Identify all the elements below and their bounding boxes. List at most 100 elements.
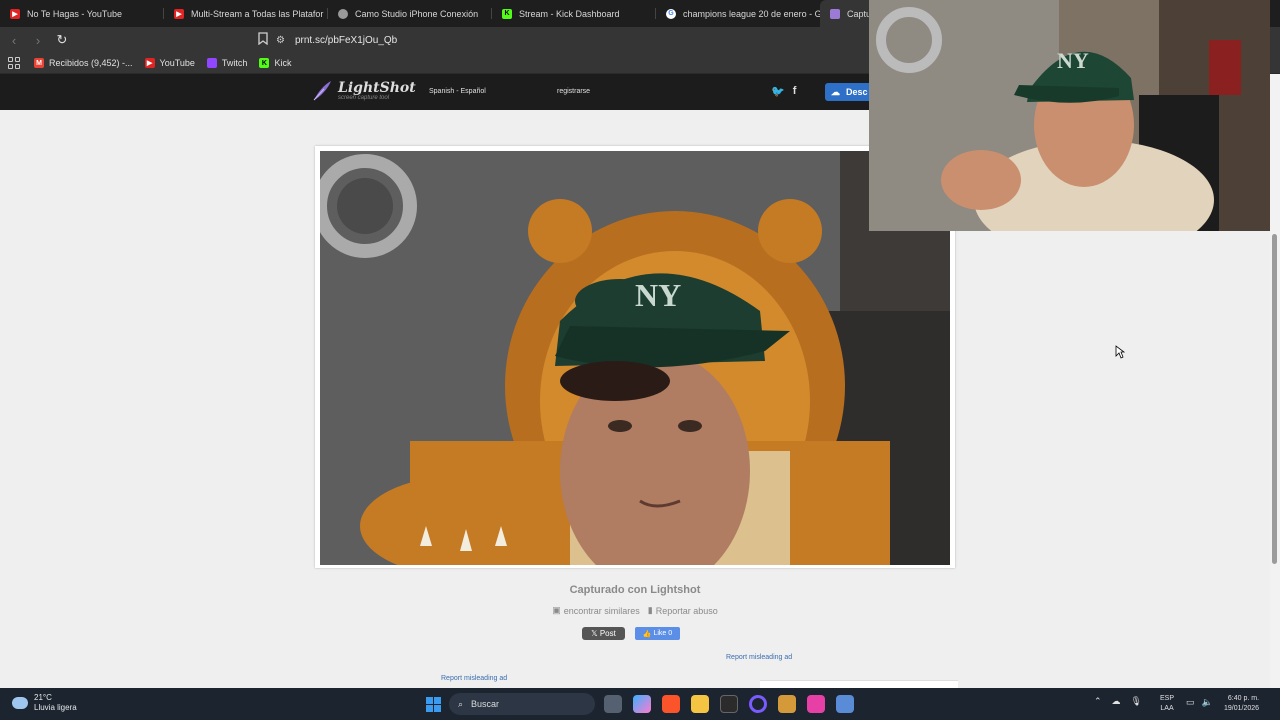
input-language[interactable]: ESP LAA [1160, 694, 1174, 714]
clock-time: 6:40 p. m. [1227, 695, 1260, 702]
tab-title: champions league 20 de enero - Goo [683, 8, 820, 19]
audio-app-icon[interactable] [720, 695, 738, 713]
taskbar-search[interactable]: ⌕ Buscar [449, 693, 595, 715]
facebook-icon[interactable]: f [793, 85, 797, 98]
social-links: 🐦 f [771, 85, 796, 98]
brave-icon[interactable] [662, 695, 680, 713]
tab-multi-stream[interactable]: ▶ Multi-Stream a Todas las Platafor [164, 0, 328, 27]
bookmark-label: Twitch [221, 58, 248, 68]
bookmark-youtube[interactable]: ▶ YouTube [144, 58, 195, 68]
bookmark-twitch[interactable]: Twitch [206, 58, 248, 68]
flag-icon: ▮ [647, 605, 653, 615]
tab-title: No Te Hagas - YouTube [27, 8, 123, 19]
copilot-icon[interactable] [633, 695, 651, 713]
weather-condition: Lluvia ligera [34, 703, 77, 712]
reload-button[interactable]: ↻ [52, 30, 72, 50]
x-post-button[interactable]: 𝕏 Post [582, 627, 625, 640]
onedrive-icon[interactable]: ☁ [1112, 696, 1121, 707]
back-button[interactable]: ‹ [4, 30, 24, 50]
ad-banner[interactable] [760, 680, 958, 688]
lightshot-icon [830, 8, 840, 19]
youtube-icon: ▶ [174, 8, 184, 19]
share-buttons: 𝕏 Post 👍 Like 0 [582, 627, 680, 640]
image-actions: ▣ encontrar similares ▮ Reportar abuso [0, 605, 1270, 616]
url-field[interactable]: ⚙ prnt.sc/pbFeX1jOu_Qb [276, 31, 876, 49]
register-link[interactable]: registrarse [557, 88, 590, 95]
lightshot-logo[interactable]: LightShot screen capture tool [312, 80, 416, 102]
svg-text:NY: NY [1057, 48, 1089, 73]
captured-with-label: Capturado con Lightshot [569, 584, 701, 596]
language-select[interactable]: Spanish - Español [429, 88, 486, 95]
apps-grid-icon[interactable] [8, 57, 20, 69]
report-abuse-link[interactable]: ▮ Reportar abuso [648, 605, 718, 616]
tab-title: Camo Studio iPhone Conexión [355, 8, 479, 19]
network-icon: ▭ [1186, 697, 1195, 707]
search-icon: ⌕ [458, 698, 464, 709]
feather-icon [313, 81, 331, 101]
tab-champions-league[interactable]: G champions league 20 de enero - Goo [656, 0, 820, 27]
clock-date: 19/01/2026 [1224, 705, 1260, 712]
page-scrollbar[interactable] [1270, 74, 1280, 688]
windows-start-icon[interactable] [426, 697, 441, 712]
thumbs-up-icon: 👍 [642, 630, 654, 638]
twitter-icon[interactable]: 🐦 [771, 85, 785, 98]
tab-title: Captu [847, 8, 872, 19]
report-misleading-ad-link[interactable]: Report misleading ad [726, 654, 792, 661]
cortana-ring-icon[interactable] [749, 695, 767, 713]
lion-costume-photo: NY [320, 151, 950, 565]
camera-icon: ▣ [552, 605, 561, 615]
lightshot-app-icon[interactable] [836, 695, 854, 713]
svg-text:NY: NY [635, 277, 681, 313]
webcam-feed: NY [869, 0, 1270, 231]
bookmark-gmail[interactable]: M Recibidos (9,452) -... [34, 58, 133, 68]
game-app-icon[interactable] [778, 695, 796, 713]
bookmark-kick[interactable]: K Kick [259, 58, 291, 68]
temperature: 21°C [34, 693, 52, 702]
windows-taskbar: 21°C Lluvia ligera ⌕ Buscar ⌃ ☁ 🎙 ESP LA… [0, 688, 1280, 720]
mouse-cursor-icon [1115, 345, 1125, 359]
forward-button[interactable]: › [28, 30, 48, 50]
download-label: Desc [846, 87, 868, 97]
fb-like-label: Like 0 [653, 630, 673, 637]
taskbar-apps [604, 695, 854, 713]
cloud-download-icon: ☁ [831, 86, 840, 97]
system-tray: ⌃ ☁ 🎙 [1094, 696, 1142, 707]
bookmark-label: YouTube [159, 58, 195, 68]
kick-icon: K [502, 8, 512, 19]
report-abuse-label: Reportar abuso [655, 605, 718, 616]
task-view-icon[interactable] [604, 695, 622, 713]
twitch-icon [206, 58, 217, 68]
bookmark-icon[interactable] [258, 32, 272, 48]
bookmark-label: Recibidos (9,452) -... [49, 58, 133, 68]
weather-widget[interactable]: 21°C Lluvia ligera [12, 693, 77, 713]
fb-like-button[interactable]: 👍 Like 0 [635, 627, 680, 640]
tab-title: Multi-Stream a Todas las Platafor [191, 8, 324, 19]
tab-title: Stream - Kick Dashboard [519, 8, 620, 19]
microphone-icon[interactable]: 🎙 [1131, 696, 1142, 707]
find-similar-link[interactable]: ▣ encontrar similares [552, 605, 640, 616]
camo-icon [338, 8, 348, 19]
screenshot-image[interactable]: NY [320, 151, 950, 565]
screenshot-frame: NY [315, 146, 955, 568]
site-info-icon[interactable]: ⚙ [276, 35, 285, 46]
chevron-up-icon[interactable]: ⌃ [1094, 696, 1102, 707]
lang-code: ESP [1160, 695, 1175, 702]
clock[interactable]: 6:40 p. m. 19/01/2026 [1224, 694, 1259, 714]
search-placeholder: Buscar [471, 699, 500, 709]
status-icons[interactable]: ▭ 🔈 [1186, 697, 1213, 708]
file-explorer-icon[interactable] [691, 695, 709, 713]
webcam-overlay: NY [869, 0, 1270, 231]
logo-name: LightShot [338, 79, 416, 96]
url-text: prnt.sc/pbFeX1jOu_Qb [294, 34, 398, 46]
report-misleading-ad-link[interactable]: Report misleading ad [441, 675, 507, 682]
scrollbar-thumb[interactable] [1272, 234, 1277, 564]
gmail-icon: M [34, 58, 44, 68]
volume-icon: 🔈 [1201, 697, 1213, 707]
tab-kick-dashboard[interactable]: K Stream - Kick Dashboard [492, 0, 656, 27]
tab-no-te-hagas[interactable]: ▶ No Te Hagas - YouTube [0, 0, 164, 27]
media-app-icon[interactable] [807, 695, 825, 713]
google-icon: G [666, 8, 676, 19]
tab-camo-studio[interactable]: Camo Studio iPhone Conexión [328, 0, 492, 27]
find-similar-label: encontrar similares [563, 605, 640, 616]
kick-icon: K [259, 58, 270, 68]
